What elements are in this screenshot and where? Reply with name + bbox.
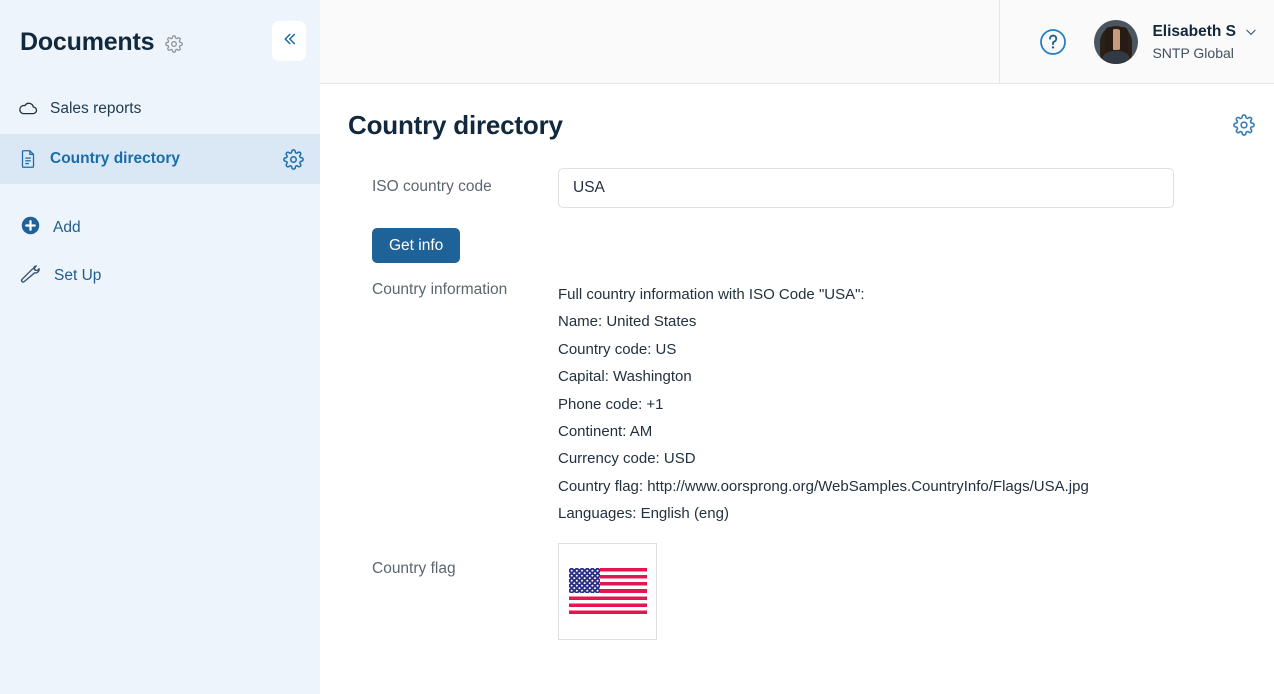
sidebar-collapse-button[interactable] (272, 21, 306, 61)
get-info-button[interactable]: Get info (372, 228, 461, 263)
country-information-value: Full country information with ISO Code "… (558, 281, 1274, 528)
info-line: Name: United States (558, 313, 697, 331)
sidebar-item-label: Country directory (50, 150, 181, 167)
country-information-label: Country information (372, 281, 508, 298)
avatar-hair-right (1120, 26, 1129, 53)
sidebar-item-label: Sales reports (50, 100, 142, 117)
page-title: Country directory (348, 110, 563, 140)
info-line: Country flag: http://www.oorsprong.org/W… (558, 477, 1089, 495)
info-line: Country code: US (558, 340, 677, 358)
iso-country-code-field (558, 168, 1274, 208)
info-line: Full country information with ISO Code "… (558, 286, 865, 303)
chevron-down-icon (1244, 25, 1258, 39)
main-area: Elisabeth S SNTP Global Country director… (320, 0, 1274, 694)
sidebar-title: Documents (20, 27, 155, 56)
info-line: Capital: Washington (558, 368, 692, 386)
sidebar-action-set-up[interactable]: Set Up (0, 252, 320, 300)
document-icon (17, 148, 41, 170)
country-form: ISO country code Get info Country inform… (320, 168, 1274, 640)
gear-icon[interactable] (283, 148, 304, 170)
sidebar: Documents Sales reports Country director… (0, 0, 320, 694)
sidebar-item-sales-reports[interactable]: Sales reports (0, 84, 320, 134)
page-settings-gear-icon[interactable] (1233, 114, 1255, 136)
topbar: Elisabeth S SNTP Global (320, 0, 1274, 84)
plus-circle-icon (20, 215, 41, 241)
sidebar-item-country-directory[interactable]: Country directory (0, 134, 320, 184)
sidebar-action-add[interactable]: Add (0, 204, 320, 252)
sidebar-action-label: Set Up (54, 267, 102, 284)
question-mark-circle-icon[interactable] (1038, 27, 1068, 57)
user-name-row: Elisabeth S (1152, 23, 1258, 41)
sidebar-header: Documents (0, 0, 320, 84)
info-line: Languages: English (eng) (558, 505, 729, 523)
avatar-hair-left (1105, 26, 1114, 53)
user-name: Elisabeth S (1152, 22, 1236, 40)
sidebar-action-label: Add (53, 219, 81, 236)
form-row-country-information: Country information Full country informa… (320, 281, 1274, 528)
double-chevron-left-icon (280, 30, 298, 53)
gear-icon[interactable] (165, 35, 184, 53)
cloud-icon (17, 98, 41, 120)
info-line: Phone code: +1 (558, 395, 664, 413)
user-organization: SNTP Global (1152, 44, 1234, 61)
sidebar-nav-list: Sales reports Country directory Add Set … (0, 84, 320, 300)
iso-country-code-label: ISO country code (372, 178, 492, 195)
form-row-iso-code: ISO country code (320, 168, 1274, 208)
avatar[interactable] (1094, 19, 1139, 64)
form-row-country-flag: Country flag (320, 542, 1274, 640)
info-line: Continent: AM (558, 423, 653, 441)
sidebar-divider-space (0, 184, 320, 204)
flag-stars (568, 568, 600, 593)
iso-country-code-input[interactable] (558, 168, 1174, 208)
app-root: Documents Sales reports Country director… (0, 0, 1274, 694)
wrench-icon (20, 263, 42, 290)
country-flag-field (558, 542, 1274, 640)
country-flag-box (558, 542, 657, 640)
country-flag-label: Country flag (372, 559, 456, 577)
topbar-divider (999, 0, 1000, 83)
user-menu[interactable]: Elisabeth S SNTP Global (1152, 23, 1258, 61)
info-line: Currency code: USD (558, 450, 696, 468)
us-flag-image (568, 568, 647, 615)
